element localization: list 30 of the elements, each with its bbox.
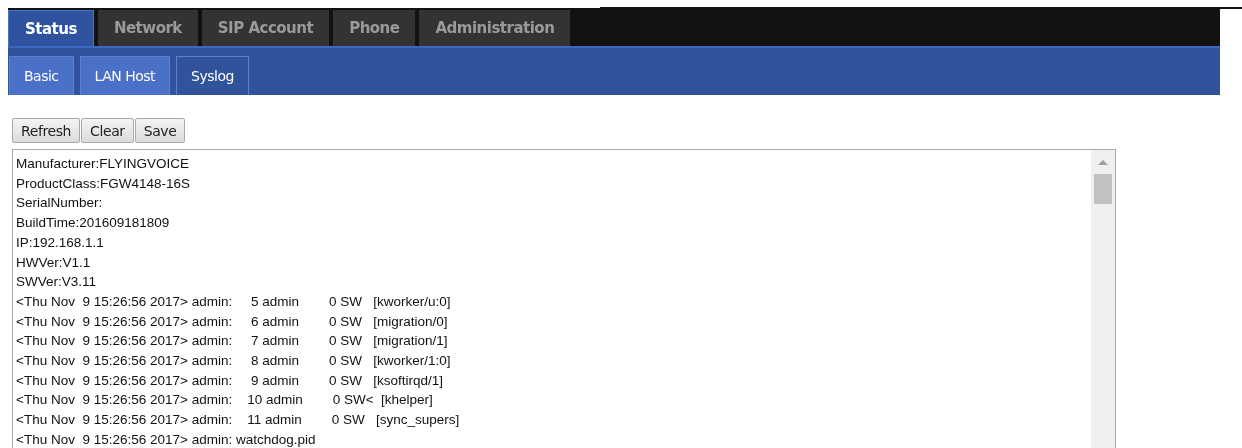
log-line: HWVer:V1.1 bbox=[16, 253, 91, 272]
log-line: <Thu Nov 9 15:26:56 2017> admin: 6 admin 0 SW [migration/0] bbox=[16, 312, 448, 331]
log-line: SWVer:V3.11 bbox=[16, 273, 97, 292]
log-line: <Thu Nov 9 15:26:56 2017> admin: 9 admin 0 SW [ksoftirqd/1] bbox=[16, 371, 443, 390]
main-tab[interactable]: Phone bbox=[333, 10, 416, 46]
log-line: Manufacturer:FLYINGVOICE bbox=[16, 155, 190, 173]
log-line: <Thu Nov 9 15:26:56 2017> admin: 5 admin 0 SW [kworker/u:0] bbox=[16, 292, 451, 311]
main-tab[interactable]: Status bbox=[8, 10, 94, 46]
scrollbar[interactable] bbox=[1091, 150, 1115, 448]
log-line: <Thu Nov 9 15:26:56 2017> admin: 7 admin 0 SW [migration/1] bbox=[16, 332, 448, 351]
log-line: <Thu Nov 9 15:26:56 2017> admin: 8 admin 0 SW [kworker/1:0] bbox=[16, 352, 451, 371]
sub-tab[interactable]: Basic bbox=[9, 56, 74, 95]
log-line: ProductClass:FGW4148-16S bbox=[16, 174, 191, 193]
log-line: IP:192.168.1.1 bbox=[16, 233, 104, 252]
log-line: <Thu Nov 9 15:26:56 2017> admin: 10 admin 0 SW< [khelper] bbox=[16, 391, 433, 410]
scroll-up-arrow-icon[interactable] bbox=[1097, 158, 1109, 166]
main-tab[interactable]: Administration bbox=[419, 10, 571, 46]
action-button[interactable]: Refresh bbox=[12, 118, 81, 143]
log-line: BuildTime:201609181809 bbox=[16, 214, 170, 233]
main-tab[interactable]: SIP Account bbox=[201, 10, 330, 46]
action-button[interactable]: Clear bbox=[81, 118, 134, 143]
log-text-area[interactable] bbox=[12, 149, 1116, 448]
sub-tab[interactable]: Syslog bbox=[176, 56, 249, 95]
log-line: <Thu Nov 9 15:26:56 2017> admin: 11 admin 0 SW [sync_supers] bbox=[16, 411, 460, 430]
sub-tab[interactable]: LAN Host bbox=[79, 56, 171, 95]
scrollbar-thumb[interactable] bbox=[1094, 174, 1112, 204]
log-line: <Thu Nov 9 15:26:56 2017> admin: watchdog.pid bbox=[16, 430, 316, 448]
log-line: SerialNumber: bbox=[16, 194, 103, 213]
action-button[interactable]: Save bbox=[134, 118, 186, 143]
main-tab[interactable]: Network bbox=[97, 10, 198, 46]
